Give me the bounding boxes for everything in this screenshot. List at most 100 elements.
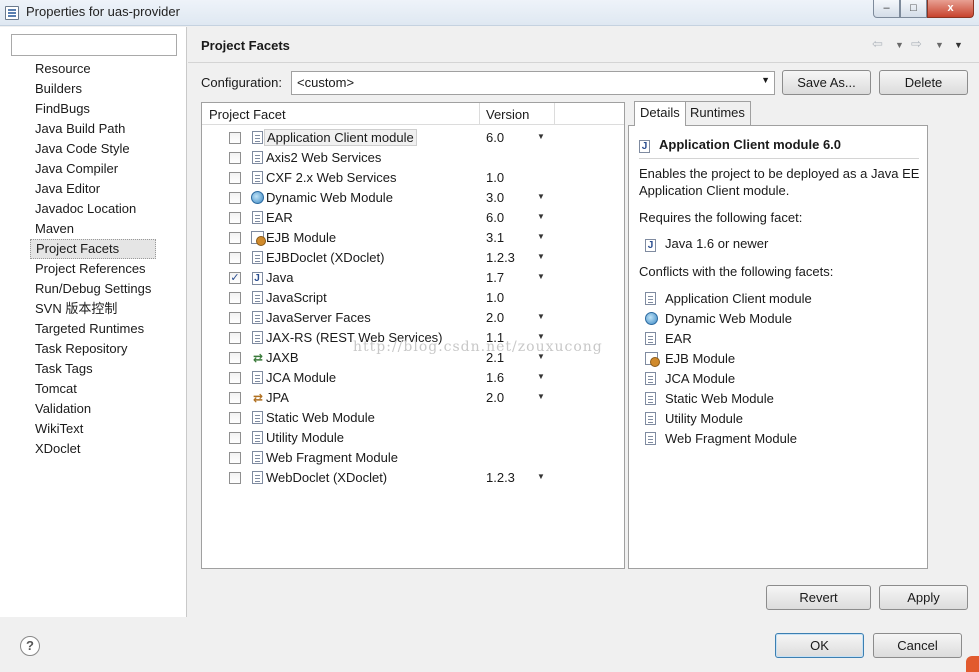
facet-version[interactable]: 1.7 — [486, 270, 504, 285]
version-dropdown-icon[interactable]: ▼ — [537, 312, 545, 321]
facet-checkbox[interactable] — [229, 152, 241, 164]
facet-row[interactable]: Web Fragment Module — [202, 448, 624, 468]
version-dropdown-icon[interactable]: ▼ — [537, 272, 545, 281]
nav-item[interactable]: Project Facets — [30, 239, 157, 259]
facet-checkbox[interactable] — [229, 432, 241, 444]
apply-button[interactable]: Apply — [879, 585, 968, 610]
facet-row[interactable]: Static Web Module — [202, 408, 624, 428]
facet-checkbox[interactable] — [229, 332, 241, 344]
facet-checkbox[interactable] — [229, 212, 241, 224]
facet-row[interactable]: ✓ J Java 1.7 ▼ — [202, 268, 624, 288]
facet-row[interactable]: EJBDoclet (XDoclet) 1.2.3 ▼ — [202, 248, 624, 268]
view-menu-icon[interactable]: ▼ — [954, 40, 963, 50]
facet-checkbox[interactable] — [229, 292, 241, 304]
facet-row[interactable]: Utility Module — [202, 428, 624, 448]
forward-arrow-icon[interactable]: ⇨ — [911, 36, 922, 52]
nav-item[interactable]: Java Code Style — [30, 139, 156, 159]
nav-item[interactable]: Project References — [30, 259, 156, 279]
facet-checkbox[interactable] — [229, 472, 241, 484]
nav-item[interactable]: Builders — [30, 79, 156, 99]
facet-checkbox[interactable] — [229, 172, 241, 184]
facet-checkbox[interactable] — [229, 252, 241, 264]
help-icon[interactable]: ? — [20, 636, 40, 656]
nav-item[interactable]: Resource — [30, 59, 156, 79]
facet-checkbox[interactable] — [229, 372, 241, 384]
nav-item[interactable]: Maven — [30, 219, 156, 239]
facet-version[interactable]: 1.2.3 — [486, 250, 515, 265]
nav-item[interactable]: WikiText — [30, 419, 156, 439]
facet-row[interactable]: Dynamic Web Module 3.0 ▼ — [202, 188, 624, 208]
column-header-facet[interactable]: Project Facet — [209, 107, 286, 122]
facet-version[interactable]: 1.0 — [486, 290, 504, 305]
nav-item[interactable]: SVN 版本控制 — [30, 299, 156, 319]
nav-item[interactable]: FindBugs — [30, 99, 156, 119]
facet-checkbox[interactable] — [229, 392, 241, 404]
facet-checkbox[interactable]: ✓ — [229, 272, 241, 284]
nav-item[interactable]: Java Build Path — [30, 119, 156, 139]
ok-button[interactable]: OK — [775, 633, 864, 658]
close-button[interactable]: x — [927, 0, 974, 18]
facet-checkbox[interactable] — [229, 232, 241, 244]
facet-checkbox[interactable] — [229, 352, 241, 364]
facet-checkbox[interactable] — [229, 132, 241, 144]
cancel-button[interactable]: Cancel — [873, 633, 962, 658]
facet-row[interactable]: Axis2 Web Services — [202, 148, 624, 168]
facet-row[interactable]: JavaScript 1.0 — [202, 288, 624, 308]
nav-item[interactable]: Run/Debug Settings — [30, 279, 156, 299]
version-dropdown-icon[interactable]: ▼ — [537, 132, 545, 141]
version-dropdown-icon[interactable]: ▼ — [537, 212, 545, 221]
facet-row[interactable]: JavaServer Faces 2.0 ▼ — [202, 308, 624, 328]
version-dropdown-icon[interactable]: ▼ — [537, 372, 545, 381]
facet-checkbox[interactable] — [229, 452, 241, 464]
filter-input[interactable] — [11, 34, 177, 56]
facet-row[interactable]: Application Client module 6.0 ▼ — [202, 128, 624, 148]
facet-checkbox[interactable] — [229, 312, 241, 324]
version-dropdown-icon[interactable]: ▼ — [537, 252, 545, 261]
maximize-button[interactable]: □ — [900, 0, 927, 18]
facet-version[interactable]: 3.1 — [486, 230, 504, 245]
doc-icon — [645, 332, 656, 348]
facet-version[interactable]: 1.6 — [486, 370, 504, 385]
facet-row[interactable]: EAR 6.0 ▼ — [202, 208, 624, 228]
tab-details[interactable]: Details — [634, 101, 686, 126]
facet-checkbox[interactable] — [229, 192, 241, 204]
version-dropdown-icon[interactable]: ▼ — [537, 392, 545, 401]
version-dropdown-icon[interactable]: ▼ — [537, 232, 545, 241]
facet-row[interactable]: ⇄ JPA 2.0 ▼ — [202, 388, 624, 408]
facet-version[interactable]: 6.0 — [486, 130, 504, 145]
facet-row[interactable]: JCA Module 1.6 ▼ — [202, 368, 624, 388]
save-as-button[interactable]: Save As... — [782, 70, 871, 95]
version-dropdown-icon[interactable]: ▼ — [537, 472, 545, 481]
back-arrow-icon[interactable]: ⇦ — [872, 36, 883, 52]
facet-row[interactable]: EJB Module 3.1 ▼ — [202, 228, 624, 248]
version-dropdown-icon[interactable]: ▼ — [537, 192, 545, 201]
doc-icon — [645, 432, 656, 448]
tab-runtimes[interactable]: Runtimes — [684, 101, 751, 125]
facet-row[interactable]: CXF 2.x Web Services 1.0 — [202, 168, 624, 188]
nav-item[interactable]: Task Repository — [30, 339, 156, 359]
facet-name: Utility Module — [266, 430, 345, 445]
facet-row[interactable]: WebDoclet (XDoclet) 1.2.3 ▼ — [202, 468, 624, 488]
facet-version[interactable]: 1.0 — [486, 170, 504, 185]
nav-item[interactable]: XDoclet — [30, 439, 156, 459]
facet-version[interactable]: 1.2.3 — [486, 470, 515, 485]
nav-item[interactable]: Targeted Runtimes — [30, 319, 156, 339]
nav-item[interactable]: Task Tags — [30, 359, 156, 379]
column-header-version[interactable]: Version — [486, 107, 529, 122]
nav-item[interactable]: Tomcat — [30, 379, 156, 399]
delete-button[interactable]: Delete — [879, 70, 968, 95]
nav-item[interactable]: Java Compiler — [30, 159, 156, 179]
forward-dropdown-icon[interactable]: ▼ — [935, 40, 944, 50]
nav-item[interactable]: Javadoc Location — [30, 199, 156, 219]
facet-version[interactable]: 2.0 — [486, 390, 504, 405]
nav-item[interactable]: Validation — [30, 399, 156, 419]
nav-item[interactable]: Java Editor — [30, 179, 156, 199]
minimize-button[interactable]: – — [873, 0, 900, 18]
facet-version[interactable]: 2.0 — [486, 310, 504, 325]
facet-version[interactable]: 3.0 — [486, 190, 504, 205]
facet-version[interactable]: 6.0 — [486, 210, 504, 225]
back-dropdown-icon[interactable]: ▼ — [895, 40, 904, 50]
revert-button[interactable]: Revert — [766, 585, 871, 610]
facet-checkbox[interactable] — [229, 412, 241, 424]
configuration-select[interactable]: <custom> ▼ — [291, 71, 775, 95]
